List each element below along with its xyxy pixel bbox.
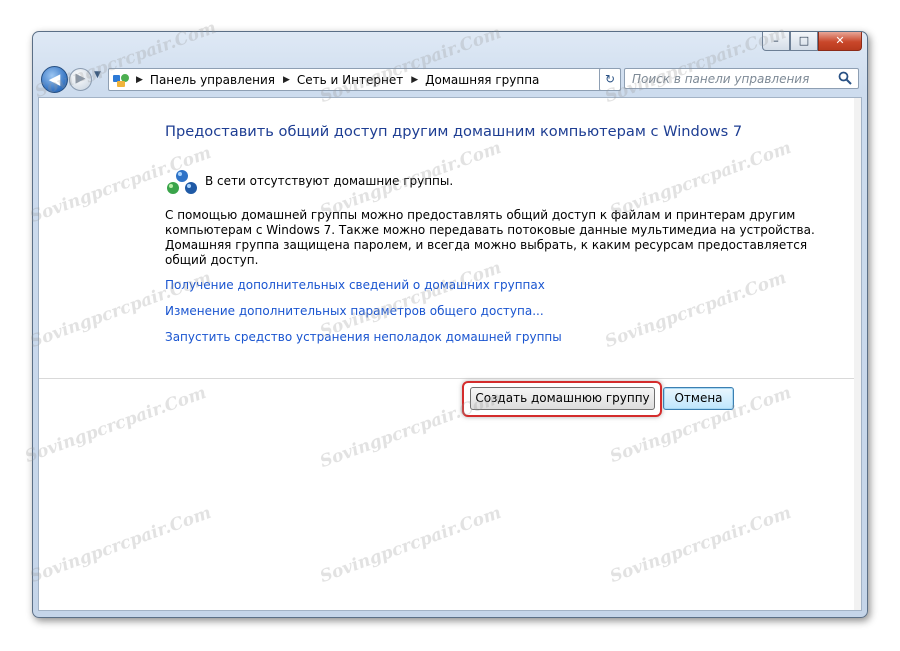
search-placeholder: Поиск в панели управления	[632, 72, 810, 86]
caption-buttons: – □ ✕	[762, 32, 862, 51]
cancel-button[interactable]: Отмена	[663, 387, 734, 410]
minimize-button[interactable]: –	[762, 32, 790, 51]
troubleshooter-link[interactable]: Запустить средство устранения неполадок …	[165, 330, 562, 344]
status-message: В сети отсутствуют домашние группы.	[205, 174, 454, 188]
breadcrumb-separator-icon[interactable]: ▶	[411, 75, 418, 85]
breadcrumb-separator-icon[interactable]: ▶	[283, 75, 290, 85]
description-line: С помощью домашней группы можно предоста…	[165, 208, 796, 222]
forward-button[interactable]: ▶	[69, 68, 92, 91]
page-title: Предоставить общий доступ другим домашни…	[165, 123, 743, 140]
breadcrumb-separator-icon[interactable]: ▶	[136, 75, 143, 85]
breadcrumb-control-panel[interactable]: Панель управления	[150, 73, 275, 87]
control-panel-icon	[113, 73, 129, 87]
breadcrumb-network-internet[interactable]: Сеть и Интернет	[297, 73, 403, 87]
advanced-sharing-settings-link[interactable]: Изменение дополнительных параметров обще…	[165, 304, 544, 318]
search-input[interactable]: Поиск в панели управления	[624, 68, 859, 89]
refresh-icon: ↻	[604, 72, 616, 86]
forward-arrow-icon: ▶	[75, 71, 86, 86]
homegroup-icon	[167, 170, 197, 194]
content-pane: Предоставить общий доступ другим домашни…	[38, 97, 862, 611]
back-arrow-icon: ◀	[48, 70, 61, 88]
refresh-button[interactable]: ↻	[599, 68, 621, 91]
description-line: общий доступ.	[165, 253, 259, 267]
learn-more-link[interactable]: Получение дополнительных сведений о дома…	[165, 278, 545, 292]
description-line: компьютерам с Windows 7. Также можно пер…	[165, 223, 815, 237]
back-button[interactable]: ◀	[41, 66, 68, 93]
description: С помощью домашней группы можно предоста…	[165, 208, 815, 268]
address-bar[interactable]: ▶ Панель управления ▶ Сеть и Интернет ▶ …	[108, 68, 621, 91]
scrollbar[interactable]	[854, 98, 861, 610]
close-button[interactable]: ✕	[818, 32, 862, 51]
control-panel-window: – □ ✕ ◀ ▶ ▼ ▶ Панель управления ▶ Сеть и…	[32, 31, 868, 618]
search-icon[interactable]	[838, 71, 852, 85]
maximize-button[interactable]: □	[790, 32, 818, 51]
recent-pages-chevron-icon[interactable]: ▼	[94, 70, 101, 80]
navigation-bar: ◀ ▶ ▼ ▶ Панель управления ▶ Сеть и Интер…	[41, 65, 859, 93]
description-line: Домашняя группа защищена паролем, и всег…	[165, 238, 808, 252]
create-homegroup-button[interactable]: Создать домашнюю группу	[470, 387, 655, 410]
breadcrumb-homegroup[interactable]: Домашняя группа	[425, 73, 539, 87]
divider	[39, 378, 854, 379]
